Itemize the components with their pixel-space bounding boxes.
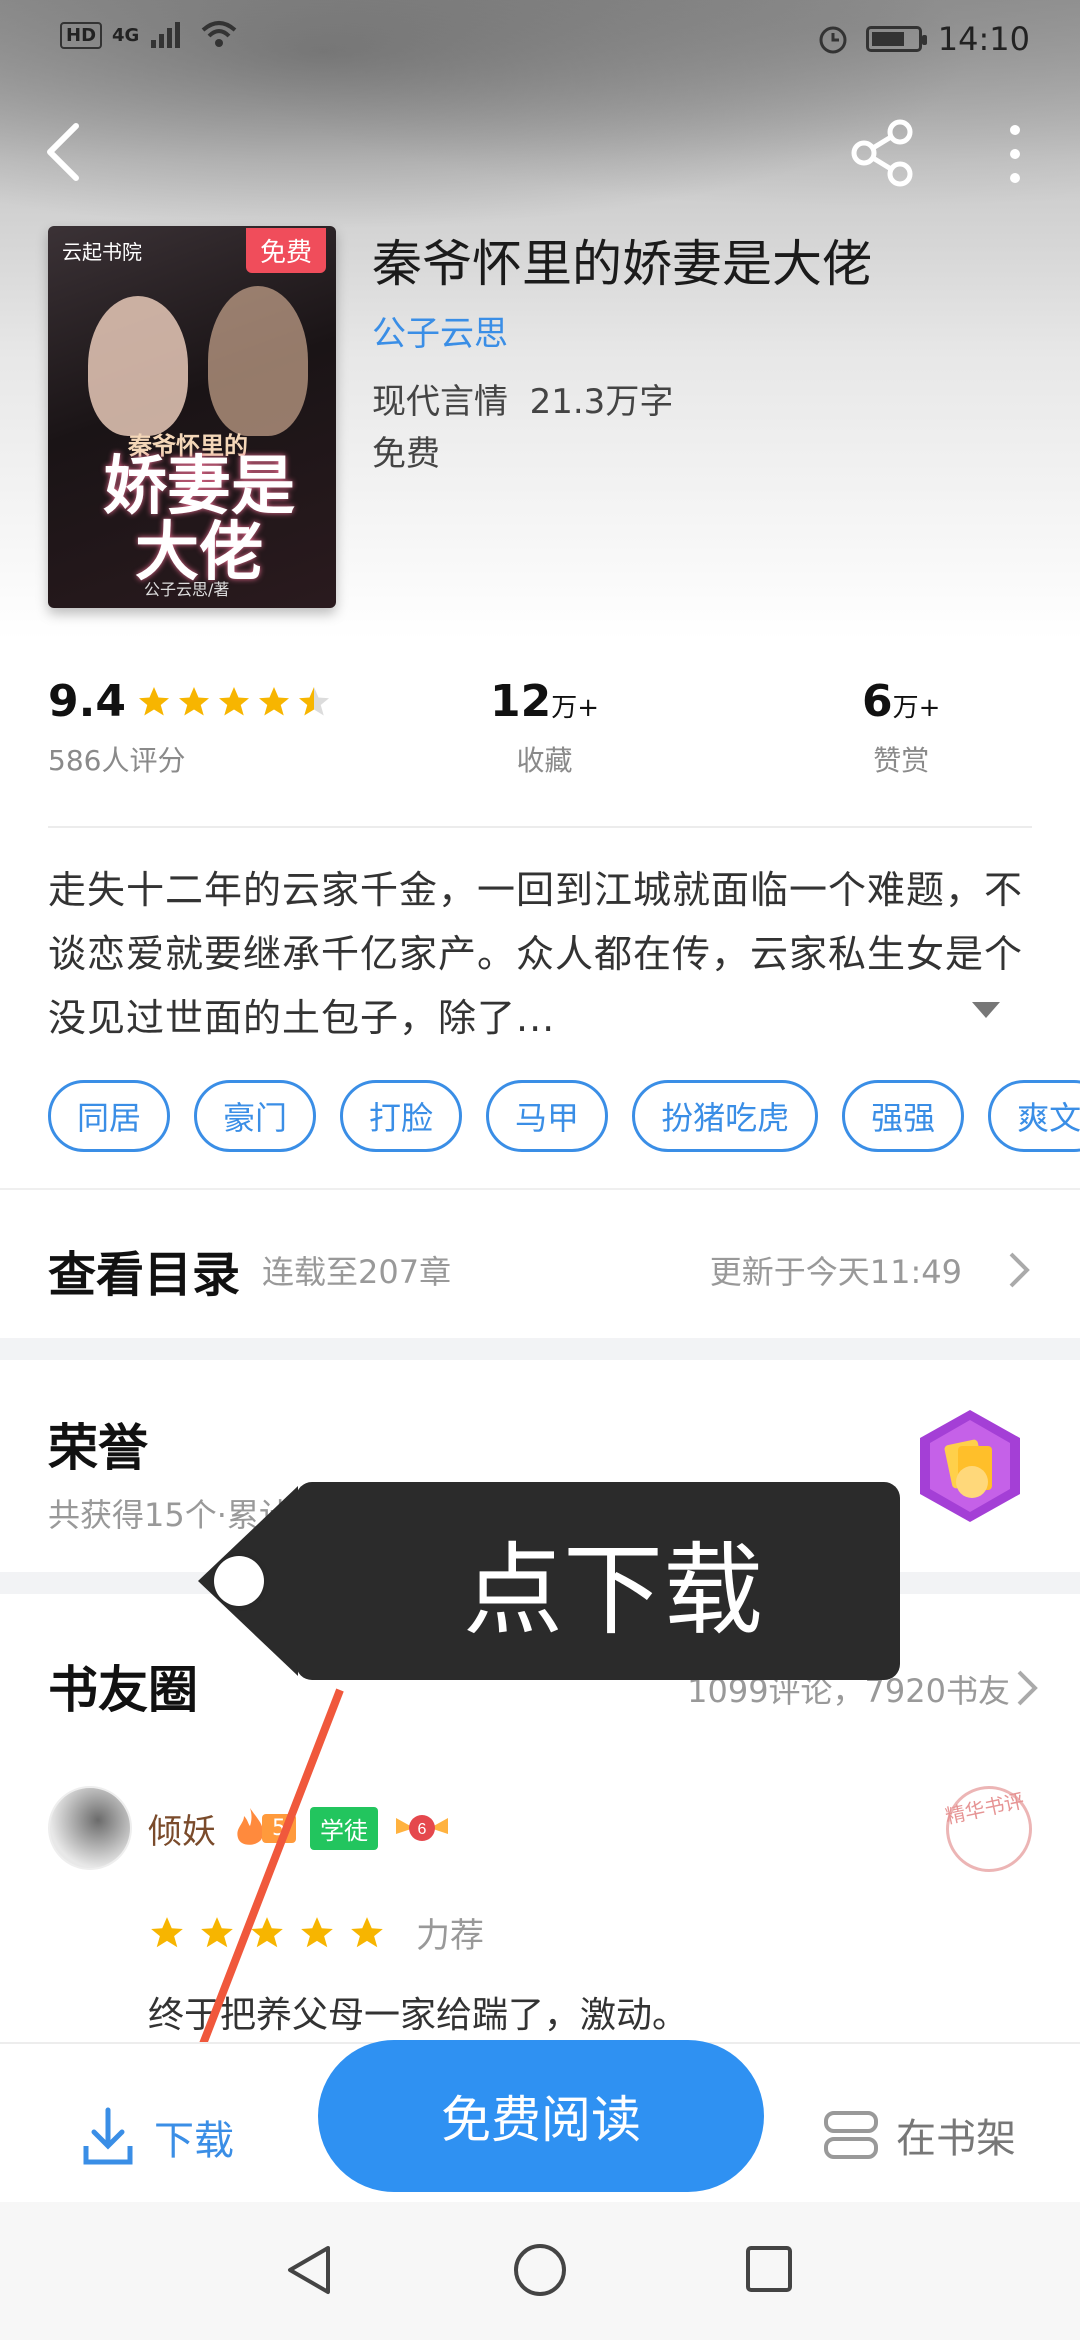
- read-free-button[interactable]: 免费阅读: [318, 2040, 764, 2192]
- alarm-icon: [819, 26, 847, 54]
- role-badge: 学徒: [310, 1806, 378, 1850]
- featured-review-stamp: 精华书评: [937, 1777, 1041, 1881]
- collect-unit: 万+: [551, 693, 600, 723]
- book-meta: 现代言情 21.3万字: [372, 382, 674, 422]
- book-intro[interactable]: 走失十二年的云家千金，一回到江城就面临一个难题，不谈恋爱就要继承千亿家产。众人都…: [48, 858, 1032, 1050]
- battery-icon: [865, 26, 927, 52]
- wing-level: 6: [418, 1821, 427, 1838]
- review-user-row[interactable]: 倾妖 5 学徒 6: [48, 1786, 452, 1870]
- book-author[interactable]: 公子云思: [372, 306, 508, 355]
- rating-score: 9.4: [48, 676, 126, 727]
- star-icon: [251, 1916, 283, 1947]
- chevron-right-icon[interactable]: [1014, 1668, 1040, 1708]
- tag-item[interactable]: 强强: [842, 1080, 965, 1152]
- catalog-title: 查看目录: [48, 1247, 241, 1303]
- tag-item[interactable]: 爽文: [988, 1080, 1080, 1152]
- star-icon: [301, 1916, 333, 1947]
- bookshelf-button[interactable]: 在书架: [822, 2106, 1016, 2164]
- book-circle-title: 书友圈: [48, 1660, 198, 1719]
- network-type: 4G: [112, 24, 140, 46]
- rating-stars: [136, 684, 332, 720]
- chevron-right-icon: [1009, 1252, 1030, 1288]
- star-icon: [178, 686, 209, 715]
- download-icon: [83, 2107, 133, 2165]
- status-bar: HD 4G 14:10: [0, 0, 1080, 80]
- reward-block[interactable]: 6万+ 赞赏: [862, 676, 940, 779]
- cover-figure-female: [88, 296, 188, 436]
- section-separator: [0, 1338, 1080, 1360]
- review-label: 力荐: [416, 1916, 484, 1956]
- review-username[interactable]: 倾妖: [148, 1804, 216, 1853]
- bookshelf-icon: [824, 2111, 878, 2159]
- divider: [48, 826, 1032, 828]
- fan-level-badge: 5: [230, 1806, 296, 1850]
- tag-item[interactable]: 打脸: [340, 1080, 463, 1152]
- star-icon: [258, 686, 289, 715]
- touch-indicator: [214, 1556, 264, 1606]
- cover-big-title: 娇妻是大佬: [103, 449, 295, 590]
- collect-number: 12: [490, 676, 552, 727]
- review-stars: 力荐: [148, 1908, 484, 1957]
- clock: 14:10: [937, 20, 1030, 58]
- reward-unit: 万+: [892, 693, 941, 723]
- rating-count: 586人评分: [48, 744, 186, 777]
- collect-block: 12万+ 收藏: [490, 676, 599, 779]
- catalog-update-time: 更新于今天11:49: [709, 1253, 962, 1291]
- cover-figure-male: [208, 286, 308, 436]
- tooltip-callout: 点下载: [296, 1482, 900, 1680]
- stats-row: 9.4 586人评分 12万+ 收藏 6万+ 赞赏: [48, 676, 1032, 796]
- wing-level-badge-icon: 6: [396, 1815, 448, 1841]
- cover-publisher: 云起书院: [62, 240, 142, 264]
- bottom-action-bar: 下载 免费阅读 在书架: [0, 2040, 1080, 2202]
- catalog-status: 连载至207章: [262, 1253, 452, 1291]
- reward-label: 赞赏: [873, 744, 930, 777]
- wifi-icon: [202, 21, 237, 47]
- system-recent-apps-icon[interactable]: [744, 2244, 794, 2294]
- star-icon: [201, 1916, 233, 1947]
- signal-icon: [151, 22, 181, 48]
- catalog-row[interactable]: 查看目录 连载至207章 更新于今天11:49: [48, 1230, 1032, 1310]
- tag-item[interactable]: 扮猪吃虎: [632, 1080, 819, 1152]
- status-left: HD 4G: [60, 20, 239, 50]
- system-back-icon[interactable]: [282, 2242, 336, 2298]
- tag-item[interactable]: 马甲: [486, 1080, 609, 1152]
- tag-list: 同居 豪门 打脸 马甲 扮猪吃虎 强强 爽文: [48, 1080, 1080, 1152]
- system-home-icon[interactable]: [512, 2242, 568, 2298]
- avatar[interactable]: [48, 1786, 132, 1870]
- system-navigation-bar: [0, 2202, 1080, 2340]
- star-icon: [351, 1916, 383, 1947]
- cover-free-tag: 免费: [245, 228, 326, 273]
- collect-label: 收藏: [516, 744, 573, 777]
- star-icon: [138, 686, 169, 715]
- tag-item[interactable]: 同居: [48, 1080, 171, 1152]
- divider: [0, 1188, 1080, 1190]
- star-icon: [151, 1916, 183, 1947]
- book-cover[interactable]: 云起书院 免费 秦爷怀里的 娇妻是大佬 公子云思/著: [48, 226, 336, 608]
- more-icon[interactable]: [1000, 122, 1030, 186]
- download-label: 下载: [154, 2118, 234, 2164]
- status-right: 14:10: [816, 20, 1030, 58]
- share-icon[interactable]: [848, 118, 918, 188]
- reward-number: 6: [862, 676, 893, 727]
- star-half-icon: [298, 686, 329, 715]
- honor-title: 荣誉: [48, 1418, 148, 1477]
- fan-level: 5: [262, 1813, 296, 1843]
- book-title: 秦爷怀里的娇妻是大佬: [372, 235, 872, 293]
- review-text[interactable]: 终于把养父母一家给踹了，激动。: [148, 1986, 688, 2038]
- expand-down-icon[interactable]: [970, 1000, 1002, 1020]
- book-price: 免费: [372, 434, 440, 474]
- bookshelf-label: 在书架: [896, 2116, 1016, 2162]
- hd-indicator: HD: [60, 21, 103, 49]
- cover-author: 公子云思/著: [144, 580, 230, 599]
- back-icon[interactable]: [40, 120, 96, 184]
- star-icon: [218, 686, 249, 715]
- tag-item[interactable]: 豪门: [194, 1080, 317, 1152]
- honor-badge-icon[interactable]: [912, 1406, 1028, 1526]
- rating-block[interactable]: 9.4 586人评分: [48, 676, 332, 779]
- download-button[interactable]: 下载: [80, 2106, 234, 2168]
